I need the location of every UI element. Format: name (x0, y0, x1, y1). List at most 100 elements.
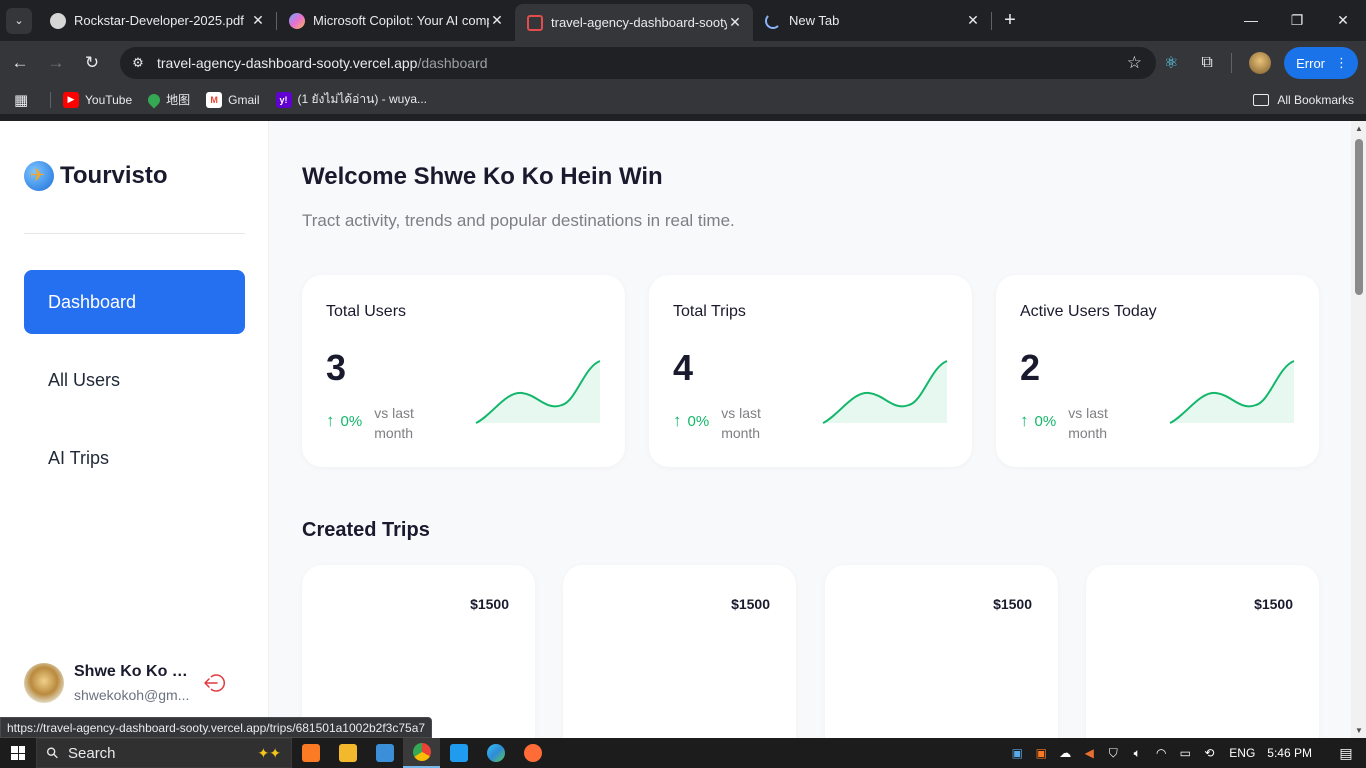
tab-copilot[interactable]: Microsoft Copilot: Your AI comp ✕ (277, 0, 515, 41)
tab-search-chevron-icon[interactable]: ⌄ (6, 7, 32, 34)
stat-card-total-trips: Total Trips 4 ↑ 0% vs last month (649, 275, 972, 467)
trip-card[interactable]: $1500 (302, 565, 535, 738)
user-info: Shwe Ko Ko H... shwekokoh@gm... (74, 663, 192, 703)
site-settings-icon[interactable]: ⚙ (128, 55, 148, 71)
error-button[interactable]: Error ⋮ (1284, 47, 1358, 79)
postman-icon (523, 744, 542, 762)
restore-icon[interactable]: ❐ (1274, 0, 1320, 40)
trip-card[interactable]: $1500 (825, 565, 1058, 738)
tray-xampp-icon[interactable]: ▣ (1029, 746, 1053, 760)
wifi-icon[interactable]: ◠ (1149, 746, 1173, 760)
bookmark-star-icon[interactable]: ☆ (1127, 53, 1142, 73)
youtube-icon: ▶ (63, 91, 79, 108)
bookmark-gmail[interactable]: M Gmail (206, 91, 260, 108)
tab-strip: ⌄ Rockstar-Developer-2025.pdf ✕ Microsof… (0, 0, 1366, 41)
tab-new-tab[interactable]: New Tab ✕ (753, 0, 991, 41)
bookmark-maps[interactable]: 地图 (145, 91, 190, 108)
bookmarks-bar: ▦ ▶ YouTube 地图 M Gmail y! (1 ยังไม่ได้อ่… (0, 85, 1366, 115)
maps-pin-icon (145, 91, 163, 108)
sidebar-item-ai-trips[interactable]: AI Trips (24, 426, 245, 490)
tab-close-icon[interactable]: ✕ (250, 12, 266, 29)
back-arrow-icon[interactable]: ← (4, 47, 36, 79)
scroll-up-arrow-icon[interactable]: ▲ (1355, 124, 1363, 133)
sidebar-item-all-users[interactable]: All Users (24, 348, 245, 412)
scrollbar-thumb[interactable] (1355, 139, 1363, 295)
stat-change: 0% (1034, 413, 1057, 430)
vscode-icon (449, 744, 468, 762)
scroll-down-arrow-icon[interactable]: ▼ (1355, 726, 1363, 735)
sidebar-item-label: AI Trips (48, 447, 110, 468)
all-bookmarks-label: All Bookmarks (1277, 92, 1354, 107)
taskbar-app-chrome[interactable] (403, 738, 440, 768)
copilot-favicon-icon (289, 12, 305, 29)
tab-close-icon[interactable]: ✕ (965, 12, 981, 29)
taskbar-app-desktop[interactable] (366, 738, 403, 768)
notification-icon[interactable]: ▤ (1326, 745, 1366, 762)
url-path: /dashboard (417, 55, 488, 71)
bookmark-yahoo[interactable]: y! (1 ยังไม่ได้อ่าน) - wuya... (275, 90, 428, 109)
tab-pdf[interactable]: Rockstar-Developer-2025.pdf ✕ (38, 0, 276, 41)
tab-title: Microsoft Copilot: Your AI comp (313, 13, 489, 28)
brand-logo-link[interactable]: Tourvisto (24, 161, 168, 191)
bookmark-label: (1 ยังไม่ได้อ่าน) - wuya... (297, 92, 428, 106)
profile-avatar[interactable] (1244, 47, 1276, 79)
clock[interactable]: 5:46 PM (1267, 746, 1312, 760)
kebab-menu-icon: ⋮ (1335, 55, 1348, 70)
all-bookmarks[interactable]: All Bookmarks (1253, 93, 1354, 107)
tab-close-icon[interactable]: ✕ (489, 12, 505, 29)
onedrive-cloud-icon[interactable]: ☁ (1053, 746, 1077, 760)
page-subtitle: Tract activity, trends and popular desti… (302, 211, 735, 230)
stat-label: Total Trips (673, 303, 746, 320)
windows-start-icon[interactable] (0, 738, 36, 768)
folder-app-icon (338, 744, 357, 762)
address-bar[interactable]: ⚙ travel-agency-dashboard-sooty.vercel.a… (120, 47, 1156, 79)
tray-sync-icon[interactable]: ⟲ (1197, 746, 1221, 760)
taskbar-app-files[interactable] (329, 738, 366, 768)
taskbar-app-postman[interactable] (514, 738, 551, 768)
stat-card-total-users: Total Users 3 ↑ 0% vs last month (302, 275, 625, 467)
new-tab-plus-icon[interactable]: + (996, 7, 1024, 35)
taskbar-app-vscode[interactable] (440, 738, 477, 768)
stat-change: 0% (687, 413, 710, 430)
forward-arrow-icon[interactable]: → (40, 47, 72, 79)
volume-icon[interactable]: 🔈︎ (1125, 746, 1149, 761)
trend-sparkline (475, 360, 601, 424)
trip-price: $1500 (731, 596, 770, 612)
trip-card[interactable]: $1500 (1086, 565, 1319, 738)
stat-label: Active Users Today (1020, 303, 1157, 320)
logout-icon[interactable] (202, 671, 226, 695)
stat-value: 3 (326, 347, 347, 388)
bookmark-youtube[interactable]: ▶ YouTube (63, 91, 132, 108)
page-viewport: Tourvisto Dashboard All Users AI Trips S… (0, 121, 1366, 738)
page-scrollbar[interactable]: ▲ ▼ (1351, 121, 1366, 738)
close-window-icon[interactable]: ✕ (1320, 0, 1366, 40)
taskbar-app-xampp[interactable] (292, 738, 329, 768)
extensions-puzzle-icon[interactable]: ⧉ (1191, 47, 1223, 79)
tab-dashboard[interactable]: travel-agency-dashboard-sooty ✕ (515, 4, 753, 41)
minimize-icon[interactable]: — (1228, 0, 1274, 40)
stat-trend: ↑ 0% vs last month (1020, 403, 1128, 443)
language-indicator[interactable]: ENG (1229, 746, 1255, 760)
yahoo-icon: y! (275, 91, 292, 108)
react-devtools-icon[interactable]: ⚛ (1155, 47, 1187, 79)
sidebar: Tourvisto Dashboard All Users AI Trips S… (0, 121, 269, 738)
apps-grid-icon[interactable]: ▦ (14, 91, 40, 109)
windows-logo (11, 746, 25, 760)
bookmark-separator (50, 91, 51, 108)
sidebar-item-dashboard[interactable]: Dashboard (24, 270, 245, 334)
stat-trend: ↑ 0% vs last month (326, 403, 434, 443)
speaker-app-icon[interactable]: ◀ (1077, 746, 1101, 760)
security-shield-icon[interactable]: ⛉ (1101, 746, 1125, 761)
battery-icon[interactable]: ▭ (1173, 746, 1197, 760)
stat-value: 2 (1020, 347, 1041, 388)
reload-icon[interactable]: ↻ (76, 47, 108, 79)
page-title: Welcome Shwe Ko Ko Hein Win (302, 163, 663, 190)
tab-close-icon[interactable]: ✕ (727, 14, 743, 31)
tray-app-icon[interactable]: ▣ (1005, 746, 1029, 760)
taskbar-app-edge[interactable] (477, 738, 514, 768)
trip-card[interactable]: $1500 (563, 565, 796, 738)
taskbar-search[interactable]: ⚲ Search ✦✦ (36, 738, 292, 768)
tab-separator (991, 11, 992, 30)
tab-title: New Tab (789, 13, 840, 28)
url-host: travel-agency-dashboard-sooty.vercel.app (157, 55, 418, 71)
